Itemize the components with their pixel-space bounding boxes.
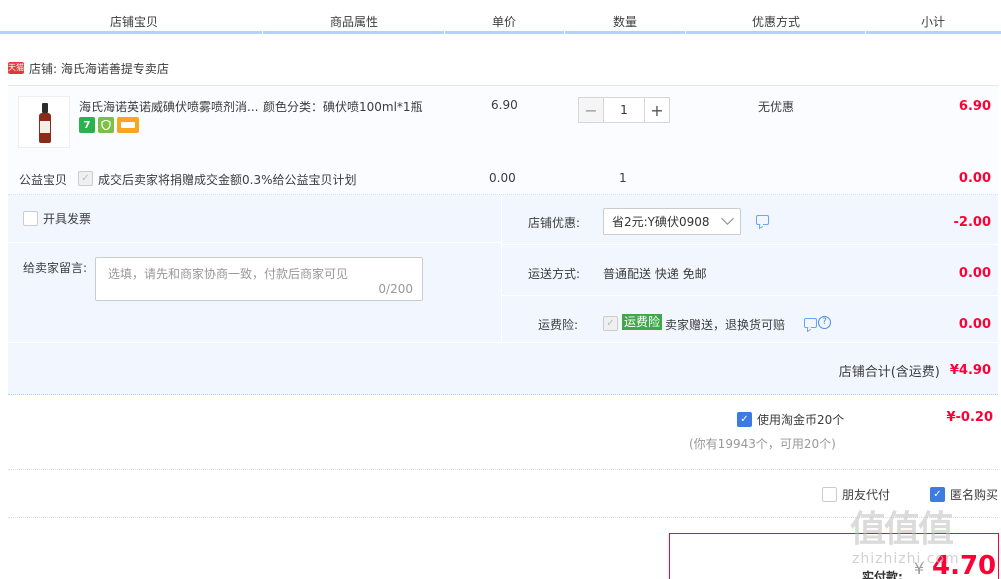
header-col-attr: 商品属性	[330, 15, 379, 29]
message-textarea[interactable]: 选填，请先和商家协商一致，付款后商家可见 0/200	[95, 257, 423, 301]
increase-button[interactable]: +	[644, 97, 670, 123]
shop-line: 天猫 店铺: 海氏海诺善提专卖店	[8, 58, 169, 78]
shop-name[interactable]: 店铺: 海氏海诺善提专卖店	[29, 60, 169, 77]
order-options-panel: 开具发票 给卖家留言: 选填，请先和商家协商一致，付款后商家可见 0/200 店…	[8, 195, 998, 395]
charity-quantity: 1	[619, 171, 627, 185]
header-divider	[865, 30, 866, 34]
header-divider	[685, 30, 686, 34]
charity-subtotal: 0.00	[958, 171, 991, 186]
coin-note: (你有19943个，可用20个)	[689, 437, 836, 451]
insurance-checkbox[interactable]: ✓	[603, 316, 618, 331]
header-divider	[444, 30, 445, 34]
shop-total-value: ¥4.90	[949, 363, 991, 378]
item-attribute: 颜色分类：碘伏喷100ml*1瓶	[263, 100, 423, 114]
decrease-button[interactable]: −	[578, 97, 604, 123]
shipping-value: 普通配送 快递 免邮	[603, 267, 707, 281]
quantity-input[interactable]: 1	[604, 97, 644, 123]
table-header: 店铺宝贝 商品属性 单价 数量 优惠方式 小计	[0, 0, 1001, 34]
tmall-icon: 天猫	[8, 62, 24, 74]
divider	[8, 469, 998, 470]
charity-label: 公益宝贝	[19, 173, 68, 187]
help-icon[interactable]: ?	[818, 316, 831, 329]
chat-icon[interactable]	[756, 215, 769, 225]
charity-checkbox[interactable]: ✓	[78, 171, 93, 186]
message-label: 给卖家留言:	[23, 261, 88, 275]
shipping-row: 运送方式: 普通配送 快递 免邮 0.00	[502, 246, 998, 296]
item-price: 6.90	[491, 98, 518, 112]
insurance-row: 运费险: ✓ 运费险 卖家赠送，退换货可赔 ? 0.00	[502, 297, 998, 347]
taobao-coin-option[interactable]: ✓ 使用淘金币20个	[737, 411, 844, 428]
7-day-return-icon[interactable]: 7	[79, 117, 95, 133]
header-col-subtotal: 小计	[921, 15, 946, 29]
shipping-label: 运送方式:	[528, 267, 581, 281]
divider	[8, 342, 998, 343]
friend-pay-checkbox[interactable]	[822, 487, 837, 502]
shop-discount-row: 店铺优惠: 省2元:Y碘伏0908 -2.00	[502, 195, 998, 245]
coin-checkbox[interactable]: ✓	[737, 412, 752, 427]
coin-amount: ¥-0.20	[946, 410, 993, 425]
spray-bottle-icon	[39, 103, 51, 143]
chevron-down-icon	[721, 212, 734, 225]
shop-discount-label: 店铺优惠:	[528, 216, 581, 230]
divider	[8, 242, 502, 243]
item-row: 海氏海诺英诺威碘伏喷雾喷剂消... 7 颜色分类：碘伏喷100ml*1瓶 6.9…	[8, 85, 998, 195]
invoice-option[interactable]: 开具发票	[23, 210, 91, 227]
watermark-logo: 值值值	[850, 509, 954, 550]
invoice-label: 开具发票	[43, 212, 92, 226]
header-divider	[262, 30, 263, 34]
watermark-url: zhizhizhi.com	[852, 551, 960, 567]
insurance-label: 运费险:	[538, 318, 579, 332]
shop-discount-amount: -2.00	[953, 215, 991, 230]
product-thumbnail[interactable]	[18, 96, 70, 148]
insurance-text: 卖家赠送，退换货可赔	[665, 318, 786, 332]
insurance-badge: 运费险	[622, 314, 663, 330]
shop-discount-select[interactable]: 省2元:Y碘伏0908	[603, 208, 741, 235]
item-title[interactable]: 海氏海诺英诺威碘伏喷雾喷剂消...	[79, 98, 258, 115]
shop-total-label: 店铺合计(含运费)	[838, 365, 940, 380]
order-options-left: 开具发票 给卖家留言: 选填，请先和商家协商一致，付款后商家可见 0/200	[8, 195, 502, 342]
charity-price: 0.00	[489, 171, 516, 185]
shop-discount-value: 省2元:Y碘伏0908	[612, 215, 710, 229]
message-char-count: 0/200	[378, 282, 413, 296]
item-discount: 无优惠	[758, 100, 795, 114]
coin-label: 使用淘金币20个	[757, 413, 845, 427]
message-placeholder: 选填，请先和商家协商一致，付款后商家可见	[108, 267, 349, 281]
chat-icon[interactable]	[804, 318, 817, 328]
header-col-price: 单价	[492, 15, 517, 29]
credit-card-icon[interactable]	[117, 117, 139, 133]
header-col-discount: 优惠方式	[752, 15, 801, 29]
item-subtotal: 6.90	[958, 99, 991, 114]
header-col-qty: 数量	[613, 15, 638, 29]
invoice-checkbox[interactable]	[23, 211, 38, 226]
payment-label: 实付款:	[862, 570, 903, 579]
header-col-item: 店铺宝贝	[110, 15, 159, 29]
charity-text: 成交后卖家将捐赠成交金额0.3%给公益宝贝计划	[98, 173, 357, 187]
insurance-amount: 0.00	[958, 317, 991, 332]
shop-total: 店铺合计(含运费) ¥4.90	[839, 361, 991, 380]
guarantee-icon[interactable]	[98, 117, 114, 133]
shipping-amount: 0.00	[958, 266, 991, 281]
header-divider	[564, 30, 565, 34]
quantity-stepper: − 1 +	[578, 97, 670, 123]
anonymous-label: 匿名购买	[950, 488, 999, 502]
service-icons: 7	[79, 117, 139, 133]
